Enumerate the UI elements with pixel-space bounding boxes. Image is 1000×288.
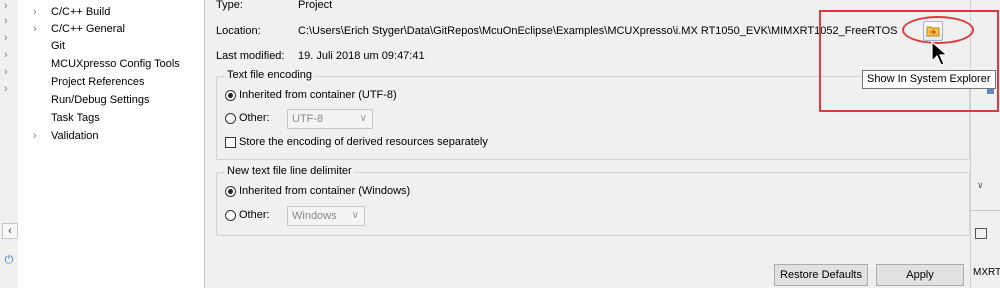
tree-item-label: Validation — [51, 130, 99, 142]
radio-label: Inherited from container (UTF-8) — [239, 89, 397, 101]
scroll-left-button[interactable]: ‹ — [2, 223, 18, 239]
encoding-inherited-radio[interactable]: Inherited from container (UTF-8) — [225, 89, 397, 101]
delimiter-select[interactable]: Windows ∨ — [287, 206, 365, 226]
tree-item-label: Git — [51, 40, 66, 52]
checkbox-icon — [225, 136, 236, 148]
chevron-right-icon[interactable]: › — [4, 49, 14, 61]
delimiter-other-radio[interactable]: Other: — [225, 209, 270, 221]
left-gutter: › › › › › › ‹ ⏻ — [0, 0, 19, 288]
show-in-system-explorer-tooltip: Show In System Explorer — [862, 70, 996, 89]
checkbox-label: Store the encoding of derived resources … — [239, 136, 488, 148]
location-label: Location: — [216, 25, 261, 37]
restore-defaults-button[interactable]: Restore Defaults — [774, 264, 868, 286]
chevron-right-icon[interactable]: › — [4, 0, 14, 12]
tree-item-label: C/C++ General — [51, 23, 125, 35]
chevron-right-icon[interactable]: › — [33, 128, 43, 145]
radio-selected-icon — [225, 89, 236, 101]
chevron-right-icon[interactable]: › — [4, 66, 14, 78]
power-icon[interactable]: ⏻ — [2, 253, 16, 267]
chevron-down-icon: ∨ — [359, 113, 367, 124]
delimiter-inherited-radio[interactable]: Inherited from container (Windows) — [225, 185, 410, 197]
radio-unselected-icon — [225, 112, 236, 124]
type-value: Project — [298, 0, 333, 11]
tree-item-label: C/C++ Build — [51, 6, 111, 18]
select-value: UTF-8 — [292, 113, 324, 125]
chevron-right-icon[interactable]: › — [4, 83, 14, 95]
editor-tab-label: MXRT — [973, 267, 1000, 278]
encoding-other-radio[interactable]: Other: — [225, 112, 270, 124]
location-value: C:\Users\Erich Styger\Data\GitRepos\McuO… — [298, 25, 898, 37]
chevron-right-icon[interactable]: › — [33, 4, 43, 21]
chevron-right-icon[interactable]: › — [4, 32, 14, 44]
tree-item-label: MCUXpresso Config Tools — [51, 58, 180, 70]
encoding-select[interactable]: UTF-8 ∨ — [287, 109, 373, 129]
select-value: Windows — [292, 210, 337, 222]
type-label: Type: — [216, 0, 243, 11]
property-page-tree: › C/C++ Build › C/C++ General Git MCUXpr… — [18, 0, 205, 288]
group-legend: Text file encoding — [225, 69, 314, 81]
radio-label: Inherited from container (Windows) — [239, 185, 411, 197]
divider — [971, 210, 1000, 211]
tree-item-label: Run/Debug Settings — [51, 94, 150, 106]
chevron-right-icon[interactable]: › — [4, 15, 14, 27]
chevron-down-icon[interactable]: ∨ — [977, 180, 984, 191]
last-modified-value: 19. Juli 2018 um 09:47:41 — [298, 50, 425, 62]
last-modified-label: Last modified: — [216, 50, 285, 62]
annotation-highlight-oval — [902, 16, 974, 44]
group-legend: New text file line delimiter — [225, 165, 354, 177]
radio-unselected-icon — [225, 209, 236, 221]
store-derived-encoding-checkbox[interactable]: Store the encoding of derived resources … — [225, 136, 488, 148]
chevron-right-icon[interactable]: › — [33, 21, 43, 38]
radio-selected-icon — [225, 185, 236, 197]
line-delimiter-group: New text file line delimiter Inherited f… — [216, 165, 970, 236]
radio-label: Other: — [239, 112, 270, 124]
tree-item-label: Task Tags — [51, 112, 100, 124]
tree-item-label: Project References — [51, 76, 145, 88]
apply-button[interactable]: Apply — [876, 264, 964, 286]
chevron-down-icon: ∨ — [351, 210, 359, 221]
radio-label: Other: — [239, 209, 270, 221]
mouse-cursor-icon — [931, 41, 949, 66]
maximize-icon[interactable] — [975, 228, 987, 239]
